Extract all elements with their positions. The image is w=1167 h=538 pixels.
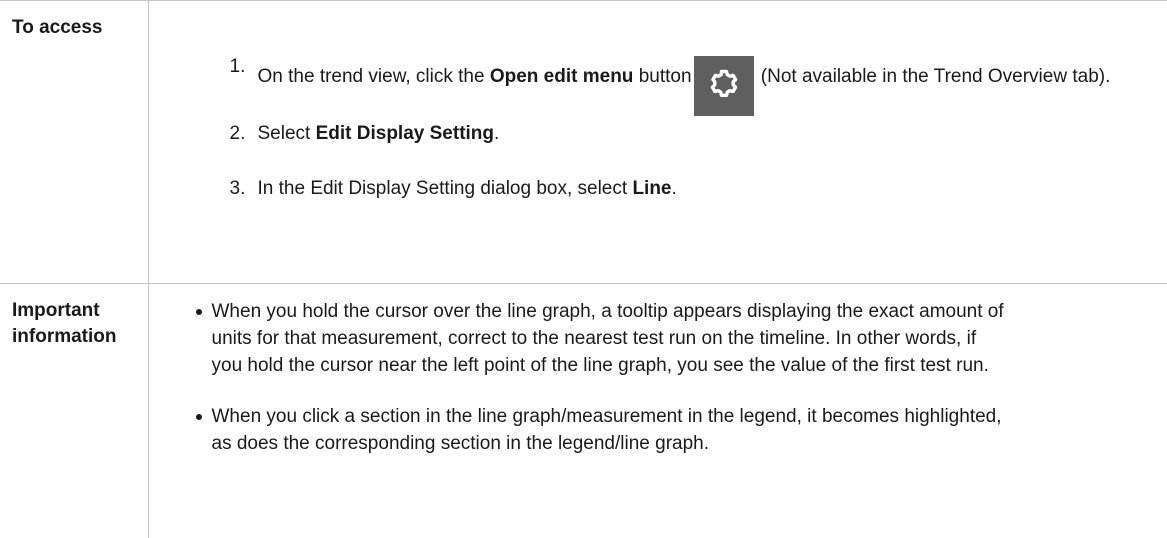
- bullet-item: When you hold the cursor over the line g…: [161, 298, 1011, 379]
- access-content: 1. On the trend view, click the Open edi…: [148, 0, 1167, 284]
- bullet-text: When you click a section in the line gra…: [211, 406, 1002, 454]
- step-text-part: On the trend view, click the: [257, 66, 490, 87]
- line-option-label: Line: [632, 178, 672, 199]
- bullet-text: When you hold the cursor over the line g…: [211, 301, 1004, 376]
- step-text-part: .: [671, 178, 677, 199]
- step-number: 3.: [229, 178, 246, 199]
- bullet-icon: [195, 309, 202, 315]
- bullet-icon: [195, 414, 202, 420]
- step-number: 2.: [229, 123, 246, 144]
- open-edit-menu-button-image: [692, 56, 756, 116]
- access-label: To access: [0, 0, 149, 284]
- info-table: To access 1. On the trend view, click th…: [0, 0, 1167, 538]
- step-text-part: .: [494, 123, 500, 144]
- step-item: 2. Select Edit Display Setting.: [161, 121, 1167, 147]
- important-content: When you hold the cursor over the line g…: [148, 284, 1167, 538]
- important-row: Important information When you hold the …: [0, 283, 1167, 538]
- open-edit-menu-label: Open edit menu: [489, 66, 634, 87]
- important-label: Important information: [0, 283, 149, 538]
- step-text-part: In the Edit Display Setting dialog box, …: [257, 178, 633, 199]
- bullet-list: When you hold the cursor over the line g…: [161, 284, 1167, 457]
- step-text: Select Edit Display Setting.: [230, 121, 1130, 147]
- gear-icon: [693, 56, 754, 116]
- step-text-part: button: [633, 66, 692, 87]
- access-row: To access 1. On the trend view, click th…: [0, 0, 1167, 284]
- step-item: 1. On the trend view, click the Open edi…: [161, 56, 1167, 116]
- step-text-part: (Not available in the Trend Overview tab…: [755, 66, 1111, 87]
- step-item: 3. In the Edit Display Setting dialog bo…: [161, 176, 1167, 202]
- step-text: In the Edit Display Setting dialog box, …: [230, 176, 1130, 202]
- edit-display-setting-label: Edit Display Setting: [315, 123, 495, 144]
- steps-list: 1. On the trend view, click the Open edi…: [161, 1, 1167, 202]
- bullet-item: When you click a section in the line gra…: [161, 403, 1011, 457]
- step-text: On the trend view, click the Open edit m…: [230, 56, 1130, 116]
- step-text-part: Select: [257, 123, 316, 144]
- step-number: 1.: [229, 56, 246, 77]
